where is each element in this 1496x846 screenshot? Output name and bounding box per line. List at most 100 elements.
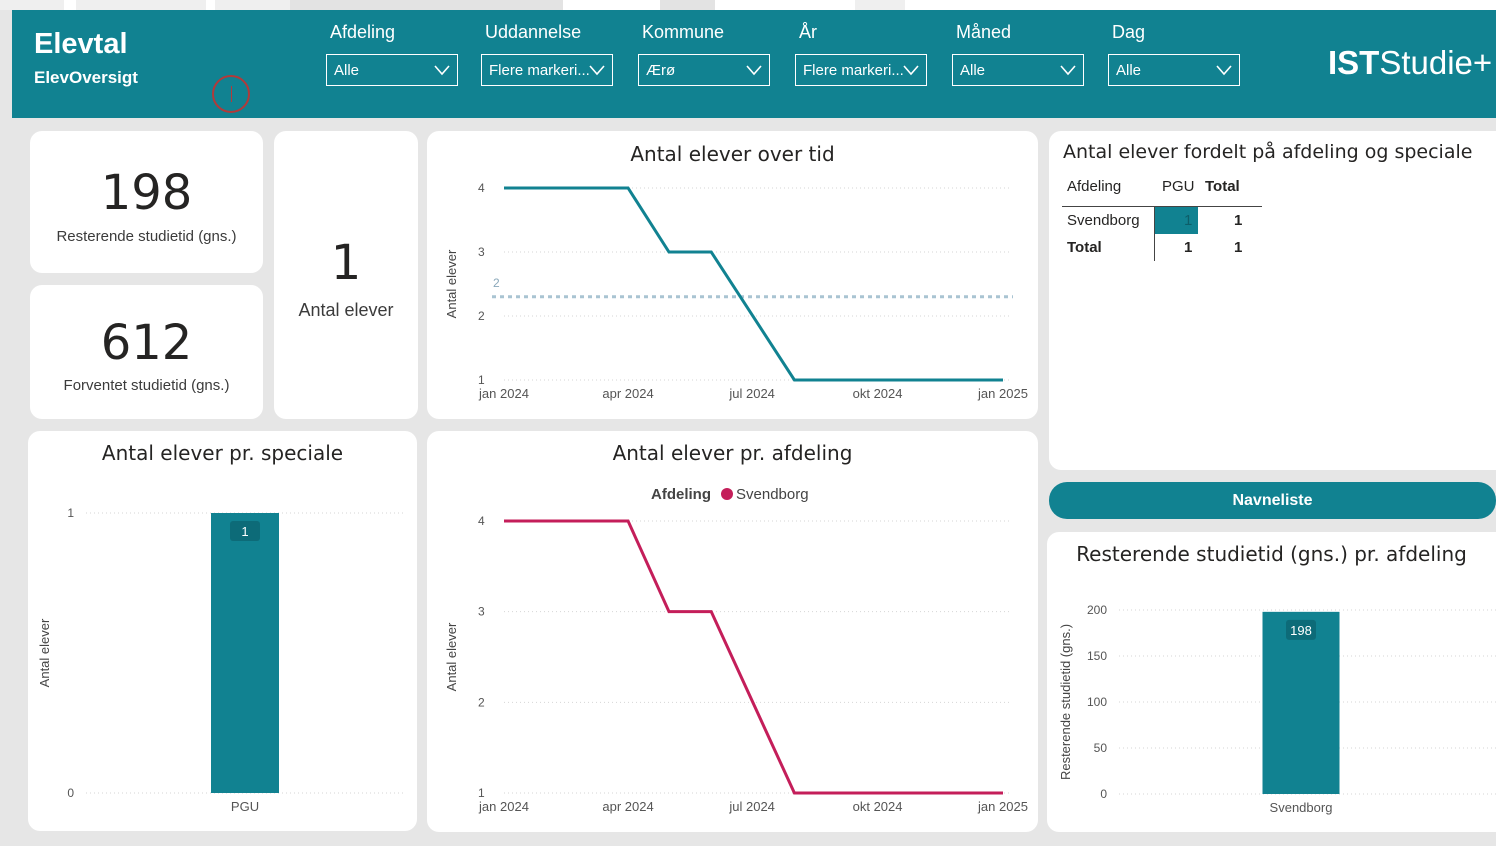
matrix-row-label[interactable]: Total xyxy=(1067,239,1102,256)
slicer-dropdown[interactable]: Alle xyxy=(952,54,1084,86)
x-tick-label: jul 2024 xyxy=(728,386,775,401)
tab-strip-segment xyxy=(0,0,64,10)
matrix-cell[interactable]: 1 xyxy=(1234,212,1242,229)
slicer-label: Måned xyxy=(956,22,1012,42)
x-tick-label: apr 2024 xyxy=(602,799,653,814)
slicer-kommune: Kommune Ærø xyxy=(638,22,772,86)
chevron-down-icon xyxy=(1060,65,1076,76)
matrix-cell[interactable]: 1 xyxy=(1184,239,1192,256)
y-tick-label: 150 xyxy=(1087,649,1107,663)
y-tick-label: 100 xyxy=(1087,695,1107,709)
slicer-maaned: Måned Alle xyxy=(952,22,1086,86)
chart-over-time-card[interactable]: Antal elever over tid 1 2 3 4 jan 2024 apr 20… xyxy=(427,131,1038,419)
chevron-down-icon xyxy=(434,65,450,76)
series-line xyxy=(504,519,1003,795)
matrix-cell[interactable]: 1 xyxy=(1184,212,1192,229)
matrix-col-header[interactable]: Total xyxy=(1205,178,1240,195)
slicer-label: Uddannelse xyxy=(485,22,582,42)
matrix-cell[interactable]: 1 xyxy=(1234,239,1242,256)
y-tick-label: 2 xyxy=(478,695,485,709)
chart-speciale: 0 1 Antal elever 1 PGU xyxy=(37,506,406,814)
slicer-value: Alle xyxy=(334,62,360,79)
kpi-value: 198 xyxy=(100,165,193,221)
y-tick-label: 2 xyxy=(478,309,485,323)
slicer-label: Afdeling xyxy=(330,22,396,42)
slicer-value: Flere markeri... xyxy=(803,62,904,79)
chevron-down-icon xyxy=(746,65,762,76)
tab-strip-segment xyxy=(290,0,563,10)
slicer-dropdown[interactable]: Flere markeri... xyxy=(481,54,613,86)
navneliste-button[interactable]: Navneliste xyxy=(1049,482,1496,519)
x-tick-label: jan 2025 xyxy=(977,799,1028,814)
x-tick-label: jan 2025 xyxy=(977,386,1028,401)
y-tick-label: 0 xyxy=(1100,787,1107,801)
tab-strip-segment xyxy=(76,0,206,10)
y-tick-label: 0 xyxy=(67,786,74,800)
x-tick-label: jan 2024 xyxy=(478,799,529,814)
legend-marker xyxy=(721,488,733,500)
kpi-label: Antal elever xyxy=(298,300,394,320)
y-tick-label: 3 xyxy=(478,605,485,619)
tab-strip-segment xyxy=(660,0,715,10)
info-icon[interactable] xyxy=(212,75,250,113)
legend-title: Afdeling xyxy=(651,486,711,503)
kpi-card-expected[interactable]: 612 Forventet studietid (gns.) xyxy=(30,285,263,419)
tab-strip-segment xyxy=(215,0,290,10)
slicer-uddannelse: Uddannelse Flere markeri... xyxy=(481,22,615,86)
chart-speciale-card[interactable]: Antal elever pr. speciale 0 1 Antal elever… xyxy=(28,431,417,831)
y-tick-label: 3 xyxy=(478,245,485,259)
y-tick-label: 4 xyxy=(478,514,485,528)
slicer-value: Flere markeri... xyxy=(489,62,590,79)
slicer-label: Kommune xyxy=(642,22,725,42)
matrix-title: Antal elever fordelt på afdeling og spec… xyxy=(1063,141,1473,163)
x-tick-label: PGU xyxy=(231,799,259,814)
y-axis-label: Resterende studietid (gns.) xyxy=(1058,624,1073,780)
y-tick-label: 200 xyxy=(1087,603,1107,617)
slicer-value: Alle xyxy=(1116,62,1142,79)
kpi-label: Resterende studietid (gns.) xyxy=(56,228,237,245)
chart-over-time: 1 2 3 4 jan 2024 apr 2024 jul 2024 okt 2024 jan … xyxy=(444,181,1028,401)
x-tick-label: jan 2024 xyxy=(478,386,529,401)
y-tick-label: 4 xyxy=(478,181,485,195)
top-tab-strip xyxy=(0,0,1496,10)
y-tick-label: 1 xyxy=(67,506,74,520)
y-tick-label: 1 xyxy=(478,373,485,387)
report-subtitle: ElevOversigt xyxy=(34,68,138,87)
data-label: 1 xyxy=(241,524,248,539)
slicer-dag: Dag Alle xyxy=(1108,22,1242,86)
report-header: Elevtal ElevOversigt Afdeling Alle Uddan… xyxy=(12,10,1496,118)
series-line xyxy=(504,186,1003,382)
matrix-col-header[interactable]: Afdeling xyxy=(1067,178,1121,195)
slicer-dropdown[interactable]: Flere markeri... xyxy=(795,54,927,86)
chart-afdeling-card[interactable]: Antal elever pr. afdeling 1 2 3 4 jan 2024 ap… xyxy=(427,431,1038,832)
slicer-dropdown[interactable]: Alle xyxy=(1108,54,1240,86)
kpi-value: 1 xyxy=(330,235,362,291)
x-tick-label: okt 2024 xyxy=(853,799,903,814)
chart-remaining-card[interactable]: Resterende studietid (gns.) pr. afdeling… xyxy=(1047,532,1496,832)
y-axis-label: Antal elever xyxy=(37,618,52,687)
kpi-value: 612 xyxy=(100,315,193,371)
logo-bold: IST xyxy=(1328,44,1380,81)
logo-light: Studie+ xyxy=(1379,44,1493,81)
legend-entry: Svendborg xyxy=(736,486,809,503)
y-tick-label: 1 xyxy=(478,786,485,800)
matrix-col-header[interactable]: PGU xyxy=(1162,178,1195,195)
slicer-label: Dag xyxy=(1112,22,1146,42)
chevron-down-icon xyxy=(903,65,919,76)
kpi-card-count[interactable]: 1 Antal elever xyxy=(274,131,418,419)
x-tick-label: apr 2024 xyxy=(602,386,653,401)
chart-remaining: 0 50 100 150 200 Resterende studietid (gns.) 1… xyxy=(1058,603,1496,815)
x-tick-label: Svendborg xyxy=(1270,800,1333,815)
slicer-dropdown[interactable]: Alle xyxy=(326,54,458,86)
matrix-row-label[interactable]: Svendborg xyxy=(1067,212,1140,229)
tab-strip-segment xyxy=(855,0,905,10)
slicer-value: Alle xyxy=(960,62,986,79)
y-tick-label: 50 xyxy=(1094,741,1108,755)
x-tick-label: jul 2024 xyxy=(728,799,775,814)
chevron-down-icon xyxy=(1216,65,1232,76)
y-axis-label: Antal elever xyxy=(444,622,459,691)
slicer-label: År xyxy=(799,22,817,42)
slicer-value: Ærø xyxy=(646,62,676,79)
slicer-dropdown[interactable]: Ærø xyxy=(638,54,770,86)
kpi-card-remaining[interactable]: 198 Resterende studietid (gns.) xyxy=(30,131,263,273)
